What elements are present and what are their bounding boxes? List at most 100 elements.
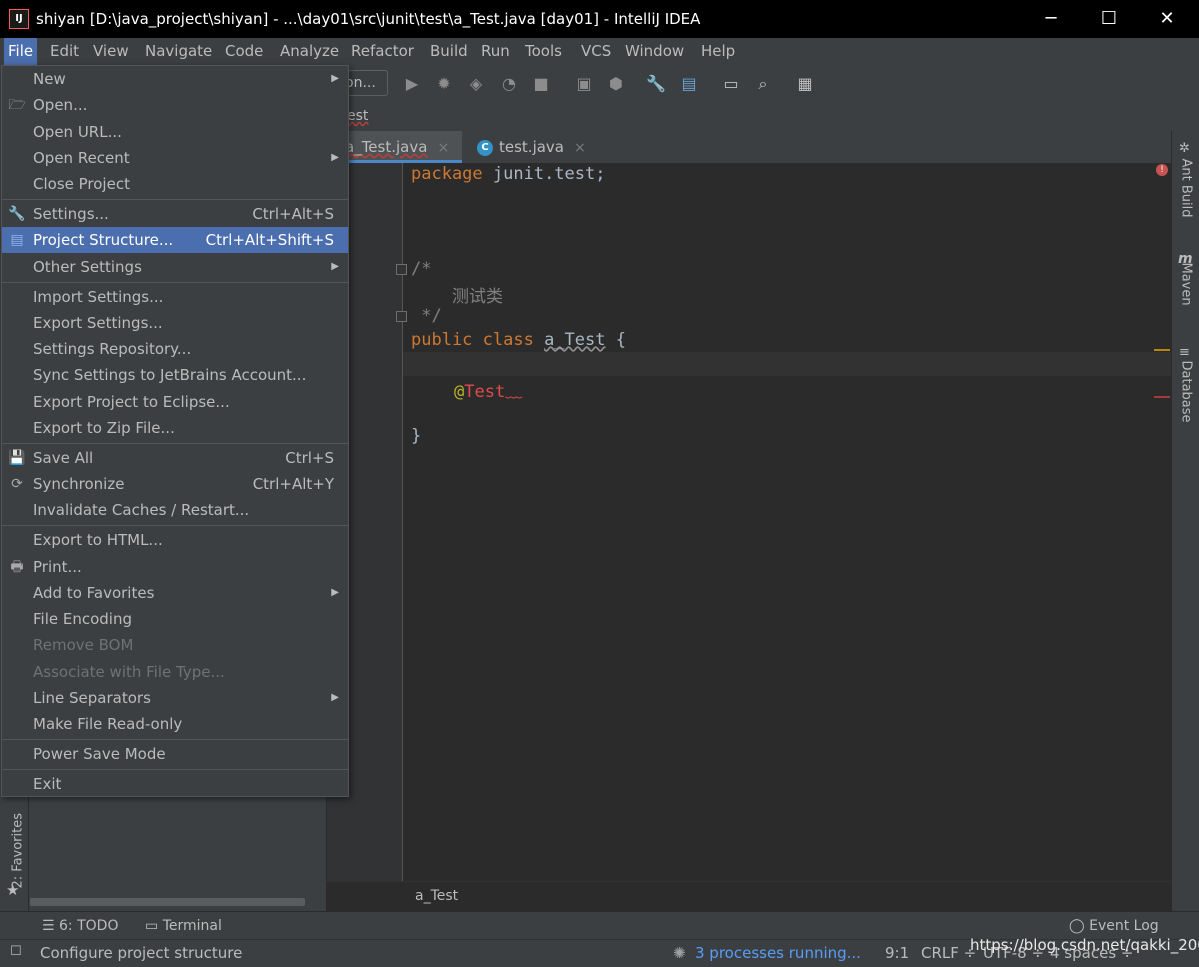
ant-build-tab[interactable]: Ant Build [1179,159,1194,231]
favorites-tab-label: 2: Favorites [10,812,26,889]
menu-item-sync-settings[interactable]: Sync Settings to JetBrains Account... [2,362,348,388]
menu-help[interactable]: Help [697,38,739,65]
project-horizontal-scrollbar[interactable] [30,898,305,906]
tab-label: test.java [499,138,565,156]
nav-crumb[interactable]: est [347,108,368,124]
star-icon: ★ [6,881,20,899]
run-anything-icon[interactable]: ▭ [721,74,741,94]
menu-item-close-project[interactable]: Close Project [2,171,348,197]
maven-tab[interactable]: Maven [1179,263,1194,335]
menu-build[interactable]: Build [426,38,472,65]
fold-start-icon[interactable] [396,264,407,275]
spinner-icon: ✺ [673,944,686,962]
code-line-close-brace: } [411,426,422,446]
menu-item-project-structure[interactable]: ▤ Project Structure... Ctrl+Alt+Shift+S [2,227,348,253]
project-structure-icon: ▤ [10,232,24,248]
menu-separator [2,282,348,283]
menu-window[interactable]: Window [621,38,688,65]
menu-item-export-settings[interactable]: Export Settings... [2,310,348,336]
submenu-arrow-icon: ▶ [331,261,339,272]
error-marker[interactable] [1154,396,1170,398]
breadcrumb-item[interactable]: a_Test [415,888,458,904]
menu-item-exit[interactable]: Exit [2,771,348,797]
menu-code[interactable]: Code [221,38,267,65]
menu-item-new[interactable]: New ▶ [2,66,348,92]
favorites-tool-tab[interactable]: 2: Favorites ★ [4,803,26,903]
stop-icon[interactable]: ■ [531,74,551,94]
run-icon[interactable]: ▶ [402,74,422,94]
menu-item-power-save[interactable]: Power Save Mode [2,741,348,767]
menu-item-export-zip[interactable]: Export to Zip File... [2,415,348,441]
menu-tools[interactable]: Tools [521,38,566,65]
build-module-icon[interactable]: ▣ [574,74,594,94]
menu-refactor[interactable]: Refactor [347,38,418,65]
coverage-icon[interactable]: ◈ [466,74,486,94]
close-button[interactable]: ✕ [1138,0,1196,38]
structure-tool-icon[interactable]: ▦ [795,74,815,94]
current-line-highlight [403,352,1171,376]
warning-marker[interactable] [1154,349,1170,351]
fold-end-icon[interactable] [396,311,407,322]
event-log-tool-tab[interactable]: ◯ Event Log [1069,918,1159,934]
menu-analyze[interactable]: Analyze [276,38,343,65]
tool-window-toggle-icon[interactable]: ☐ [10,944,22,959]
menu-item-other-settings[interactable]: Other Settings ▶ [2,254,348,280]
vcs-update-icon[interactable]: ⬢ [606,74,626,94]
menu-vcs[interactable]: VCS [577,38,615,65]
menu-edit[interactable]: Edit [46,38,83,65]
code-editor[interactable] [403,163,1171,881]
debug-icon[interactable]: ✹ [434,74,454,94]
background-processes-link[interactable]: 3 processes running... [695,944,861,962]
menu-item-open[interactable]: 🗁 Open... [2,92,348,118]
line-separator-selector[interactable]: CRLF ÷ [921,944,976,962]
minimize-button[interactable]: ─ [1022,0,1080,38]
menu-item-print[interactable]: 🖶 Print... [2,554,348,580]
code-line-comment-body: 测试类 [411,287,503,307]
menu-navigate[interactable]: Navigate [141,38,216,65]
tab-close-icon[interactable]: × [437,140,449,156]
menu-item-add-favorites[interactable]: Add to Favorites ▶ [2,580,348,606]
project-structure-toolbar-icon[interactable]: ▤ [679,74,699,94]
menu-item-make-read-only[interactable]: Make File Read-only [2,711,348,737]
menu-item-export-html[interactable]: Export to HTML... [2,527,348,553]
menu-separator [2,443,348,444]
menu-item-save-all[interactable]: 💾 Save All Ctrl+S [2,445,348,471]
menu-item-file-encoding[interactable]: File Encoding [2,606,348,632]
maximize-button[interactable]: ☐ [1080,0,1138,38]
tab-test-java[interactable]: Ctest.java × [471,131,589,163]
menu-item-invalidate-caches[interactable]: Invalidate Caches / Restart... [2,497,348,523]
list-icon: ☰ [42,918,60,934]
menu-item-settings-repository[interactable]: Settings Repository... [2,336,348,362]
menu-item-export-eclipse[interactable]: Export Project to Eclipse... [2,389,348,415]
caret-position[interactable]: 9:1 [885,944,909,962]
submenu-arrow-icon: ▶ [331,692,339,703]
menu-item-open-recent[interactable]: Open Recent ▶ [2,145,348,171]
tab-label: a_Test.java [345,138,428,156]
settings-wrench-icon[interactable]: 🔧 [646,74,666,94]
window-title: shiyan [D:\java_project\shiyan] - ...\da… [36,10,701,28]
menu-view[interactable]: View [89,38,133,65]
todo-tool-tab[interactable]: ☰ 6: TODO [42,918,118,934]
menu-run[interactable]: Run [477,38,514,65]
menu-separator [2,525,348,526]
code-line-comment-start: /* [411,259,432,279]
code-line-1: package junit.test; [411,164,606,184]
profile-icon[interactable]: ◔ [499,74,519,94]
menu-separator [2,769,348,770]
sync-icon: ⟳ [11,476,23,492]
menu-item-synchronize[interactable]: ⟳ Synchronize Ctrl+Alt+Y [2,471,348,497]
database-tab[interactable]: Database [1179,361,1194,433]
menu-item-open-url[interactable]: Open URL... [2,119,348,145]
search-icon[interactable]: ⌕ [753,74,773,94]
menu-separator [2,199,348,200]
menu-item-settings[interactable]: 🔧 Settings... Ctrl+Alt+S [2,201,348,227]
title-bar: IJ shiyan [D:\java_project\shiyan] - ...… [0,0,1199,38]
terminal-tool-tab[interactable]: ▭ Terminal [145,918,222,934]
error-indicator-icon[interactable]: ! [1156,164,1168,176]
tab-close-icon[interactable]: × [574,140,586,156]
menu-item-line-separators[interactable]: Line Separators ▶ [2,685,348,711]
code-line-annotation: @Test﹏ [454,382,523,402]
intellij-logo-icon: IJ [9,9,29,29]
menu-file[interactable]: File [4,38,38,65]
menu-item-import-settings[interactable]: Import Settings... [2,284,348,310]
